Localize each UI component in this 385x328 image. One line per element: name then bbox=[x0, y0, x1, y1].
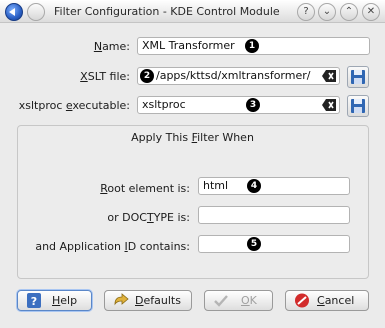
help-icon[interactable]: ? bbox=[297, 3, 315, 21]
defaults-icon bbox=[114, 293, 129, 306]
app-id-label: and Application ID contains: bbox=[35, 240, 190, 253]
name-label: Name: bbox=[93, 40, 130, 53]
maximize-icon[interactable]: ⌃ bbox=[340, 3, 358, 21]
save-icon bbox=[351, 99, 365, 113]
window-title: Filter Configuration - KDE Control Modul… bbox=[54, 5, 280, 18]
callout-2: 2 bbox=[140, 69, 154, 83]
cancel-icon bbox=[295, 293, 309, 308]
group-title: Apply This Filter When bbox=[131, 131, 254, 144]
checkmark-icon bbox=[214, 295, 228, 307]
defaults-button[interactable]: Defaults bbox=[104, 290, 192, 311]
apply-filter-group bbox=[17, 125, 369, 279]
pin-icon[interactable] bbox=[27, 3, 45, 21]
clear-icon[interactable] bbox=[322, 70, 336, 82]
browse-xsltproc-button[interactable] bbox=[347, 95, 369, 117]
cancel-label: Cancel bbox=[317, 294, 355, 307]
defaults-label: Defaults bbox=[135, 294, 181, 307]
app-menu-icon[interactable] bbox=[5, 3, 23, 21]
app-id-input[interactable] bbox=[198, 235, 350, 253]
cancel-button[interactable]: Cancel bbox=[285, 290, 369, 311]
browse-xslt-button[interactable] bbox=[347, 66, 369, 88]
root-element-label: Root element is: bbox=[100, 182, 190, 195]
xsltproc-input[interactable]: xsltproc bbox=[137, 96, 340, 114]
doctype-input[interactable] bbox=[198, 206, 350, 224]
ok-label: OK bbox=[241, 294, 257, 307]
callout-4: 4 bbox=[247, 179, 261, 193]
help-button[interactable]: ? Help bbox=[17, 290, 92, 311]
xsltproc-label: xsltproc executable: bbox=[18, 99, 130, 112]
callout-1: 1 bbox=[245, 39, 259, 53]
xslt-file-label: XSLT file: bbox=[80, 70, 130, 83]
help-label: Help bbox=[52, 294, 78, 307]
doctype-label: or DOCTYPE is: bbox=[107, 211, 190, 224]
close-icon[interactable]: ✕ bbox=[362, 3, 380, 21]
save-icon bbox=[351, 70, 365, 84]
ok-button[interactable]: OK bbox=[204, 290, 273, 311]
root-element-input[interactable]: html bbox=[198, 177, 350, 195]
xslt-file-input[interactable]: /apps/kttsd/xmltransformer/ bbox=[137, 67, 340, 85]
clear-icon[interactable] bbox=[322, 99, 336, 111]
help-icon: ? bbox=[27, 293, 41, 308]
callout-5: 5 bbox=[247, 237, 261, 251]
minimize-icon[interactable]: ⌄ bbox=[318, 3, 336, 21]
callout-3: 3 bbox=[246, 98, 260, 112]
svg-text:?: ? bbox=[31, 295, 37, 308]
